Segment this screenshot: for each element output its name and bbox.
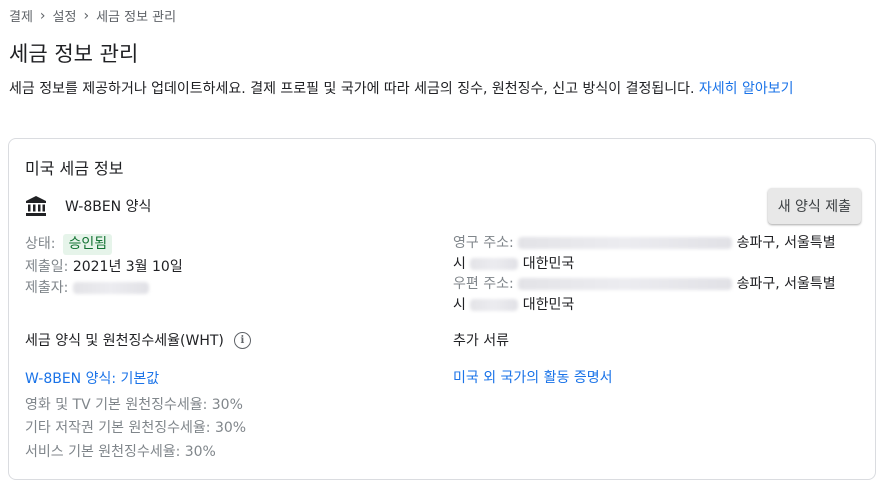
- page-title: 세금 정보 관리: [9, 42, 139, 66]
- rate-services: 서비스 기본 원천징수세율: 30%: [25, 444, 216, 460]
- us-tax-info-card: 미국 세금 정보 W-8BEN 양식 새 양식 제출 상태: 승인됨 제출일: 2…: [8, 138, 876, 480]
- permanent-address-country: 대한민국: [522, 256, 575, 272]
- submit-date-row: 제출일: 2021년 3월 10일: [25, 257, 183, 278]
- form-row: W-8BEN 양식: [25, 195, 151, 217]
- bank-icon: [25, 195, 47, 217]
- mailing-address-redacted: [518, 278, 733, 290]
- mailing-address-label: 우편 주소:: [453, 276, 514, 292]
- info-icon[interactable]: i: [233, 331, 251, 349]
- submitter-redacted: [72, 282, 149, 294]
- mailing-address-row: 우편 주소: 송파구, 서울특별 시 대한민국: [453, 274, 836, 316]
- permanent-postal-redacted: [470, 258, 519, 270]
- submitter-label: 제출자:: [25, 280, 69, 296]
- chevron-right-icon: ›: [83, 7, 90, 24]
- chevron-right-icon: ›: [39, 7, 46, 24]
- additional-docs-heading: 추가 서류: [453, 333, 509, 349]
- submit-new-form-button[interactable]: 새 양식 제출: [767, 188, 861, 224]
- page-description: 세금 정보를 제공하거나 업데이트하세요. 결제 프로필 및 국가에 따라 세금…: [9, 79, 881, 99]
- learn-more-link[interactable]: 자세히 알아보기: [699, 81, 794, 97]
- submit-date-label: 제출일:: [25, 259, 69, 275]
- permanent-address-redacted: [518, 237, 733, 249]
- status-row: 상태: 승인됨: [25, 234, 113, 255]
- status-label: 상태:: [25, 236, 56, 252]
- rate-other-copyright: 기타 저작권 기본 원천징수세율: 30%: [25, 420, 247, 436]
- card-title: 미국 세금 정보: [25, 159, 124, 178]
- withholding-heading: 세금 양식 및 원천징수세율(WHT) i: [25, 330, 251, 350]
- default-form-link[interactable]: W-8BEN 양식: 기본값: [25, 368, 159, 388]
- mailing-address-city: 송파구, 서울특별: [736, 276, 836, 292]
- submit-date-value: 2021년 3월 10일: [72, 259, 183, 275]
- withholding-heading-text: 세금 양식 및 원천징수세율(WHT): [25, 333, 224, 349]
- breadcrumb-billing[interactable]: 결제: [9, 6, 33, 25]
- breadcrumb-current: 세금 정보 관리: [96, 10, 177, 25]
- form-name: W-8BEN 양식: [65, 199, 152, 215]
- permanent-address-city-suffix: 시: [453, 256, 466, 272]
- additional-docs-link[interactable]: 미국 외 국가의 활동 증명서: [453, 367, 612, 387]
- breadcrumb: 결제 › 설정 › 세금 정보 관리: [9, 6, 177, 26]
- status-badge: 승인됨: [63, 234, 113, 255]
- mailing-postal-redacted: [470, 299, 519, 311]
- mailing-address-city-suffix: 시: [453, 297, 466, 313]
- submitter-row: 제출자:: [25, 278, 149, 299]
- permanent-address-label: 영구 주소:: [453, 235, 514, 251]
- permanent-address-city: 송파구, 서울특별: [736, 235, 836, 251]
- description-text: 세금 정보를 제공하거나 업데이트하세요. 결제 프로필 및 국가에 따라 세금…: [9, 81, 695, 97]
- mailing-address-country: 대한민국: [522, 297, 575, 313]
- rate-film-tv: 영화 및 TV 기본 원천징수세율: 30%: [25, 397, 243, 413]
- permanent-address-row: 영구 주소: 송파구, 서울특별 시 대한민국: [453, 233, 836, 275]
- breadcrumb-settings[interactable]: 설정: [53, 6, 77, 25]
